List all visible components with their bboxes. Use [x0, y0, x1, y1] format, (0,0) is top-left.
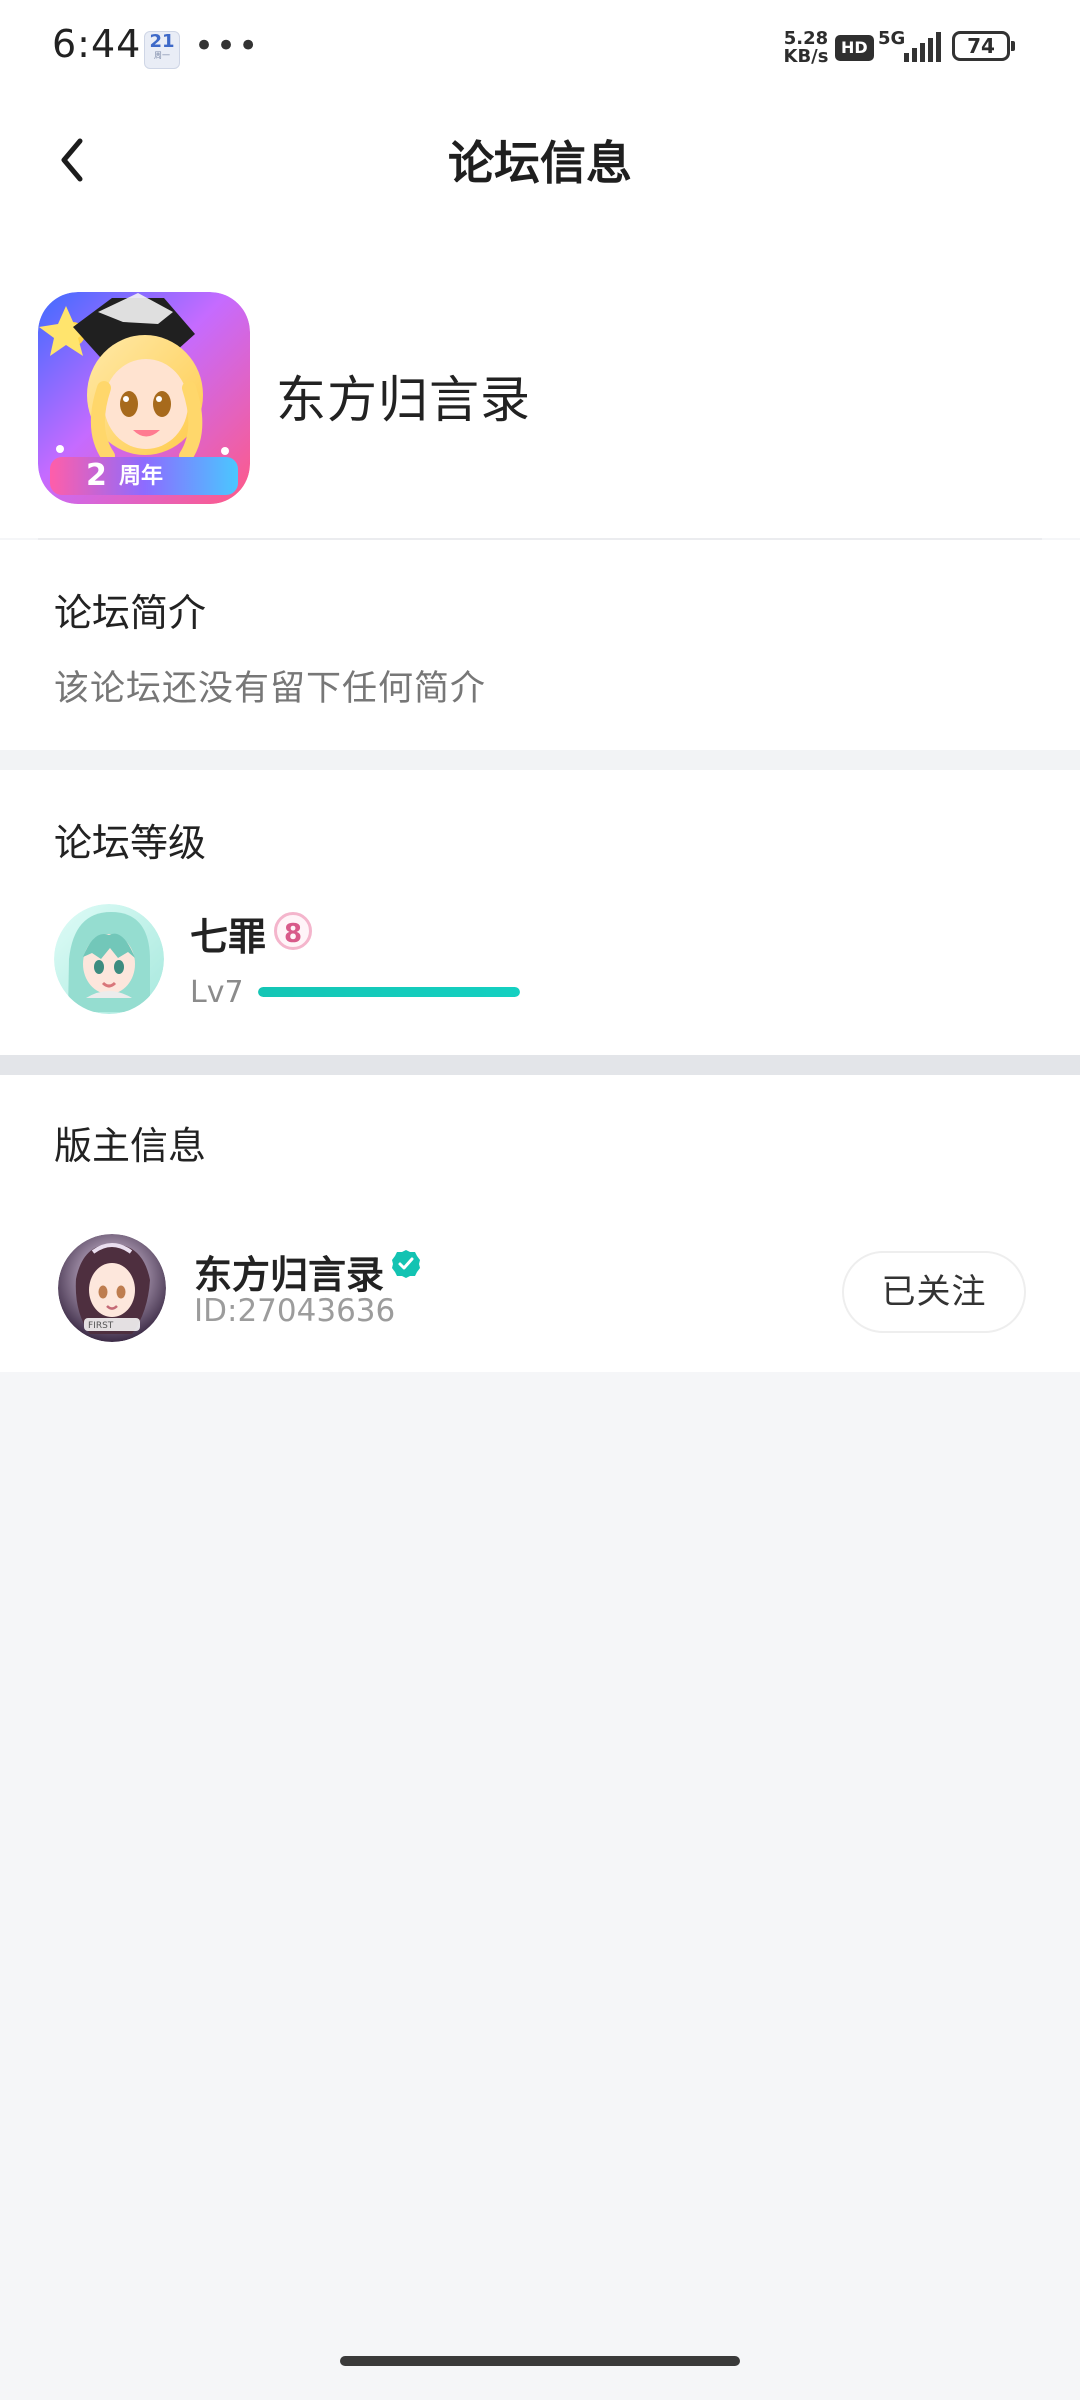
level-label: Lv7 [190, 975, 244, 1010]
level-title: 论坛等级 [54, 821, 207, 865]
svg-text:2: 2 [86, 458, 107, 493]
signal-icon [900, 28, 944, 66]
svg-text:周年: 周年 [119, 463, 163, 489]
status-bar: 6:44 21 周一 ••• 5.28 KB/s HD 5G 74 [0, 0, 1080, 96]
moderator-id: ID:27043636 [194, 1293, 396, 1329]
level-user-name: 七罪 [190, 915, 267, 959]
level-progress-bar [258, 987, 520, 997]
network-speed-unit: KB/s [783, 46, 829, 67]
battery-level: 74 [967, 34, 995, 58]
level-section: 论坛等级 七罪 8 Lv7 [0, 770, 1080, 1055]
verified-icon [390, 1248, 422, 1280]
level-user-avatar [54, 904, 164, 1014]
calendar-icon: 21 周一 [144, 31, 180, 69]
calendar-subtext: 周一 [154, 51, 170, 60]
moderator-section: 版主信息 FIRST 东方归言录 ID:27043636 已关注 [0, 1075, 1080, 1372]
calendar-day: 21 [149, 31, 175, 52]
svg-text:FIRST: FIRST [88, 1321, 114, 1331]
intro-section: 论坛简介 该论坛还没有留下任何简介 [0, 540, 1080, 750]
moderator-title: 版主信息 [54, 1124, 207, 1168]
moderator-avatar[interactable]: FIRST [58, 1234, 166, 1342]
intro-title: 论坛简介 [54, 591, 207, 635]
forum-name: 东方归言录 [276, 371, 531, 429]
forum-header: 2 周年 东方归言录 [0, 228, 1080, 538]
level-badge: 8 [274, 912, 312, 950]
moderator-name: 东方归言录 [194, 1253, 385, 1297]
home-indicator[interactable] [340, 2356, 740, 2366]
section-divider [0, 750, 1080, 770]
level-progress-fill [258, 987, 520, 997]
page-title: 论坛信息 [448, 136, 632, 190]
network-speed: 5.28 KB/s [778, 30, 834, 66]
more-dots-icon: ••• [194, 26, 261, 66]
forum-avatar: 2 周年 [38, 292, 250, 504]
intro-text: 该论坛还没有留下任何简介 [54, 669, 487, 709]
forum-info-screen: 6:44 21 周一 ••• 5.28 KB/s HD 5G 74 论坛信息 2… [0, 0, 1080, 2400]
status-time: 6:44 [52, 22, 142, 66]
top-navigation: 论坛信息 [0, 96, 1080, 228]
hd-icon: HD [835, 35, 874, 61]
battery-icon: 74 [952, 31, 1015, 61]
followed-button[interactable]: 已关注 [842, 1251, 1026, 1333]
section-divider [0, 1055, 1080, 1075]
